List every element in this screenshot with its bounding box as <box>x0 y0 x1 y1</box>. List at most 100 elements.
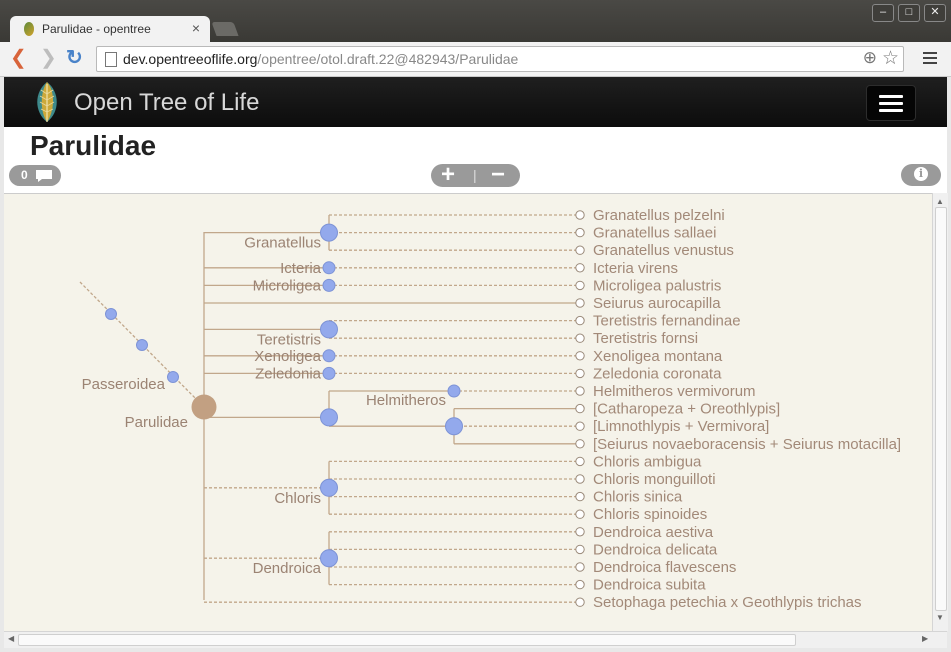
back-button[interactable]: ❮ <box>10 48 27 68</box>
tip-node[interactable] <box>575 562 585 572</box>
tip-node[interactable] <box>575 421 585 431</box>
scroll-up-icon[interactable]: ▲ <box>936 197 944 206</box>
tip-label[interactable]: Granatellus sallaei <box>593 225 716 242</box>
tip-label[interactable]: Chloris ambigua <box>593 453 702 470</box>
vertical-scroll-thumb[interactable] <box>935 207 947 611</box>
tip-node[interactable] <box>575 527 585 537</box>
tip-label[interactable]: Seiurus aurocapilla <box>593 295 721 312</box>
tip-label[interactable]: [Catharopeza + Oreothlypis] <box>593 401 780 418</box>
clade-node[interactable] <box>322 261 336 275</box>
clade-label[interactable]: Icteria <box>280 260 322 277</box>
ancestor-node[interactable] <box>105 308 117 320</box>
tip-label[interactable]: Granatellus venustus <box>593 242 734 259</box>
maximize-button[interactable]: □ <box>898 4 920 22</box>
reload-button[interactable]: ↻ <box>66 48 83 68</box>
ancestor-node[interactable] <box>167 371 179 383</box>
tip-node[interactable] <box>575 245 585 255</box>
horizontal-scrollbar[interactable]: ◀ ▶ <box>4 631 947 648</box>
comments-button[interactable]: 0 <box>9 165 61 186</box>
clade-node[interactable] <box>320 478 338 497</box>
tip-node[interactable] <box>575 315 585 326</box>
tip-label[interactable]: [Seiurus novaeboracensis + Seiurus motac… <box>593 436 901 453</box>
tip-node[interactable] <box>575 491 585 502</box>
tip-node[interactable] <box>575 210 585 220</box>
tip-node[interactable] <box>575 263 585 273</box>
tip-node[interactable] <box>575 474 585 484</box>
ancestor-node[interactable] <box>136 339 148 351</box>
clade-node[interactable] <box>447 384 461 398</box>
star-icon[interactable]: ☆ <box>882 47 899 70</box>
tip-node[interactable] <box>575 456 585 467</box>
root-node[interactable] <box>191 394 217 420</box>
clade-label[interactable]: Dendroica <box>253 560 322 577</box>
info-button[interactable]: i <box>901 164 941 186</box>
clade-node[interactable] <box>320 320 338 339</box>
tip-label[interactable]: Granatellus pelzelni <box>593 207 725 224</box>
tip-label[interactable]: Dendroica flavescens <box>593 559 736 576</box>
scroll-right-icon[interactable]: ▶ <box>922 634 928 643</box>
browser-menu-icon[interactable] <box>923 52 937 67</box>
new-tab-button[interactable] <box>211 22 239 36</box>
clade-node[interactable] <box>322 278 336 292</box>
nav-menu-button[interactable] <box>866 85 916 121</box>
tip-label[interactable]: Chloris sinica <box>593 489 683 506</box>
clade-node[interactable] <box>445 417 463 436</box>
tip-node[interactable] <box>575 333 585 343</box>
tip-node[interactable] <box>575 579 585 590</box>
browser-tab[interactable]: Parulidae - opentree × <box>10 16 210 42</box>
scroll-down-icon[interactable]: ▼ <box>936 613 944 622</box>
tip-label[interactable]: Teretistris fernandinae <box>593 313 741 330</box>
tip-node[interactable] <box>575 227 585 238</box>
tip-label[interactable]: Zeledonia coronata <box>593 365 722 382</box>
tip-node[interactable] <box>575 403 585 414</box>
tip-node[interactable] <box>575 298 585 308</box>
forward-button[interactable]: ❯ <box>40 48 57 68</box>
tip-label[interactable]: Chloris monguilloti <box>593 471 716 488</box>
clade-label[interactable]: Teretistris <box>257 331 321 348</box>
tip-label[interactable]: Teretistris fornsi <box>593 330 698 347</box>
clade-label[interactable]: Granatellus <box>244 235 321 252</box>
clade-label[interactable]: Microligea <box>253 277 322 294</box>
tip-label[interactable]: Microligea palustris <box>593 277 721 294</box>
tip-node[interactable] <box>575 544 585 555</box>
tip-label[interactable]: Chloris spinoides <box>593 506 707 523</box>
root-label[interactable]: Parulidae <box>125 414 188 431</box>
clade-label[interactable]: Chloris <box>274 490 321 507</box>
tip-label[interactable]: Helmitheros vermivorum <box>593 383 756 400</box>
zoom-out-button[interactable]: − <box>491 161 505 189</box>
tip-node[interactable] <box>575 368 585 379</box>
clade-label[interactable]: Zeledonia <box>255 365 322 382</box>
tip-node[interactable] <box>575 386 585 396</box>
vertical-scrollbar[interactable]: ▲ ▼ <box>932 193 948 631</box>
brand-title[interactable]: Open Tree of Life <box>74 89 259 117</box>
tip-node[interactable] <box>575 280 585 291</box>
zoom-in-button[interactable]: + <box>441 161 455 189</box>
clade-node[interactable] <box>322 349 336 363</box>
minimize-button[interactable]: – <box>872 4 894 22</box>
tip-node[interactable] <box>575 439 585 449</box>
address-bar[interactable]: dev.opentreeoflife.org/opentree/otol.dra… <box>96 46 904 72</box>
tree-svg[interactable]: Passeroidea Granatellus IcteriaMicroligea T… <box>4 194 932 632</box>
tip-label[interactable]: Xenoligea montana <box>593 348 723 365</box>
horizontal-scroll-thumb[interactable] <box>18 634 796 646</box>
opentree-leaf-logo-icon[interactable] <box>32 80 62 124</box>
clade-node[interactable] <box>320 223 338 242</box>
scroll-left-icon[interactable]: ◀ <box>8 634 14 643</box>
clade-node[interactable] <box>320 549 338 568</box>
clade-node[interactable] <box>322 366 336 380</box>
tip-node[interactable] <box>575 351 585 361</box>
tip-node[interactable] <box>575 597 585 607</box>
tip-label[interactable]: Dendroica subita <box>593 577 706 594</box>
tree-viewer[interactable]: Passeroidea Granatellus Icteria Microligea T… <box>4 193 947 632</box>
tip-label[interactable]: Dendroica aestiva <box>593 524 714 541</box>
tip-node[interactable] <box>575 509 585 519</box>
tip-label[interactable]: [Limnothlypis + Vermivora] <box>593 418 769 435</box>
zoom-icon[interactable]: ⊕ <box>863 48 877 68</box>
tip-label[interactable]: Setophaga petechia x Geothlypis trichas <box>593 594 862 611</box>
close-window-button[interactable]: ✕ <box>924 4 946 22</box>
tip-label[interactable]: Dendroica delicata <box>593 541 718 558</box>
clade-node[interactable] <box>320 408 338 427</box>
tab-close-icon[interactable]: × <box>192 20 200 36</box>
tip-label[interactable]: Icteria virens <box>593 260 678 277</box>
clade-label[interactable]: Helmitheros <box>366 392 446 409</box>
